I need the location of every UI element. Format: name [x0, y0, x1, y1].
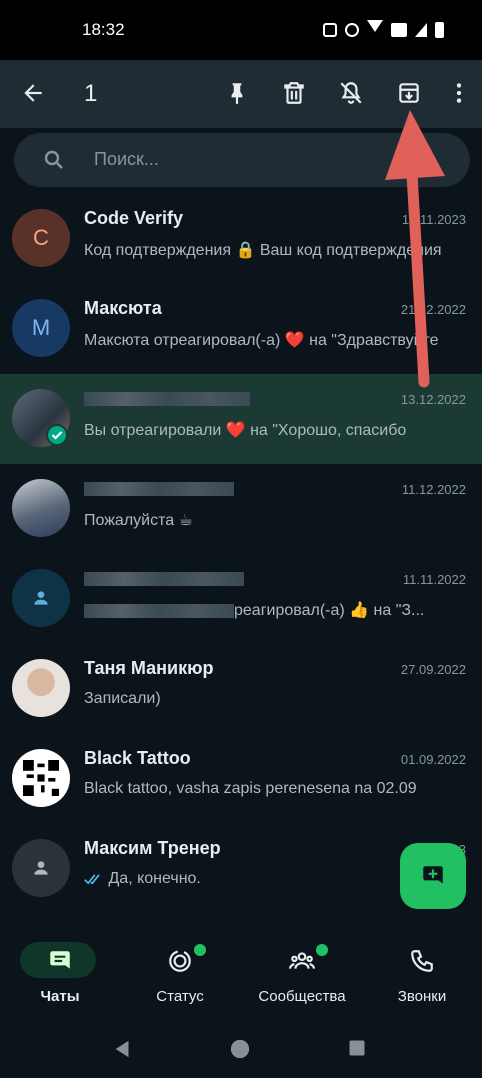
chat-row-code-verify[interactable]: C Code Verify 12.11.2023 Код подтвержден… — [0, 194, 482, 284]
search-placeholder: Поиск... — [94, 149, 159, 169]
tab-chats[interactable]: Чаты — [0, 930, 120, 1018]
battery-icon — [435, 22, 444, 38]
pin-icon[interactable] — [224, 80, 250, 106]
chat-name-blurred — [84, 478, 234, 499]
status-icons — [323, 20, 444, 40]
more-vert-icon[interactable] — [446, 80, 472, 106]
chat-last-message: Black tattoo, vasha zapis perenesena na … — [84, 780, 417, 797]
signal-icon — [415, 23, 427, 37]
chat-date: 21.12.2022 — [400, 302, 466, 317]
avatar-photo — [12, 479, 70, 537]
new-chat-button[interactable] — [400, 843, 466, 909]
avatar-letter: C — [33, 225, 49, 250]
selected-check-icon — [46, 424, 68, 446]
chat-last-message-text: реагировал(-а) 👍 на "З... — [234, 602, 425, 619]
chat-row-selected[interactable]: 13.12.2022 Вы отреагировали ❤️ на "Хорош… — [0, 374, 482, 464]
default-person-icon — [34, 591, 48, 605]
default-person-icon — [34, 861, 48, 875]
search-icon — [44, 150, 63, 169]
chat-name: Code Verify — [84, 208, 184, 228]
search-bar[interactable]: Поиск... — [14, 133, 470, 187]
chat-last-message: Пожалуйста ☕ — [84, 512, 193, 529]
bottom-navigation: Чаты Статус Сообщества Звонки — [0, 930, 482, 1018]
chat-last-message: Записали) — [84, 690, 161, 707]
chat-name: Black Tattoo — [84, 748, 191, 768]
tab-status[interactable]: Статус — [120, 930, 240, 1018]
selected-count: 1 — [84, 80, 98, 107]
double-check-icon — [84, 874, 100, 885]
chat-name-blurred — [84, 388, 250, 409]
avatar-photo — [12, 659, 70, 717]
status-bar: 18:32 — [0, 0, 482, 60]
chat-date: 11.11.2022 — [402, 572, 466, 587]
chat-row-maksyuta[interactable]: M Максюта 21.12.2022 Максюта отреагирова… — [0, 284, 482, 374]
chat-name: Максим Тренер — [84, 838, 221, 858]
communities-badge — [316, 944, 328, 956]
chat-row-black-tattoo[interactable]: Black Tattoo 01.09.2022 Black tattoo, va… — [0, 734, 482, 824]
nfc-icon — [323, 23, 337, 37]
avatar — [12, 839, 70, 897]
back-arrow-icon[interactable] — [20, 80, 46, 106]
status-unread-badge — [194, 944, 206, 956]
avatar: C — [12, 209, 70, 267]
chat-date: 11.12.2022 — [401, 482, 466, 497]
tab-calls[interactable]: Звонки — [362, 930, 482, 1018]
chat-row[interactable]: 11.11.2022 реагировал(-а) 👍 на "З... — [0, 554, 482, 644]
chat-last-message: реагировал(-а) 👍 на "З... — [84, 600, 464, 620]
mute-icon[interactable] — [338, 80, 364, 106]
avatar-qr — [12, 749, 70, 807]
chat-date: 12.11.2023 — [401, 212, 466, 227]
chat-row[interactable]: 11.12.2022 Пожалуйста ☕ — [0, 464, 482, 554]
chat-name-blurred — [84, 568, 244, 589]
avatar-letter: M — [31, 315, 51, 340]
volte-icon — [391, 23, 407, 37]
phone-icon — [411, 950, 433, 972]
communities-icon — [289, 952, 315, 969]
new-chat-icon — [423, 866, 443, 884]
tab-label: Звонки — [397, 988, 447, 1005]
system-back-icon[interactable] — [112, 1038, 134, 1060]
status-icon — [169, 950, 191, 972]
chat-last-message: Вы отреагировали ❤️ на "Хорошо, спасибо — [84, 422, 407, 439]
chat-last-message: Код подтверждения 🔒 Ваш код подтверждени… — [84, 242, 442, 259]
chat-date: 01.09.2022 — [400, 752, 466, 767]
archive-icon[interactable] — [396, 80, 422, 106]
tab-label: Чаты — [40, 988, 80, 1005]
dnd-icon — [345, 23, 359, 37]
avatar — [12, 569, 70, 627]
status-time: 18:32 — [82, 20, 125, 39]
chat-last-message: Максюта отреагировал(-а) ❤️ на "Здравств… — [84, 332, 439, 349]
selection-toolbar: 1 — [0, 60, 482, 128]
chat-row-tanya-manikyur[interactable]: Таня Маникюр 27.09.2022 Записали) — [0, 644, 482, 734]
chat-date: 27.09.2022 — [400, 662, 466, 677]
chat-last-message-text: Да, конечно. — [108, 870, 201, 887]
tab-label: Статус — [156, 988, 204, 1005]
avatar: M — [12, 299, 70, 357]
delete-icon[interactable] — [281, 80, 307, 106]
chat-date: 13.12.2022 — [400, 392, 466, 407]
tab-communities[interactable]: Сообщества — [242, 930, 362, 1018]
system-recents-icon[interactable] — [347, 1038, 367, 1058]
qr-code-icon — [23, 760, 59, 796]
chat-name: Максюта — [84, 298, 162, 318]
chat-name: Таня Маникюр — [84, 658, 214, 678]
system-home-icon[interactable] — [229, 1038, 251, 1060]
wifi-icon — [367, 20, 383, 40]
chats-icon — [50, 951, 70, 969]
tab-label: Сообщества — [258, 988, 346, 1005]
system-navigation-bar — [0, 1018, 482, 1078]
